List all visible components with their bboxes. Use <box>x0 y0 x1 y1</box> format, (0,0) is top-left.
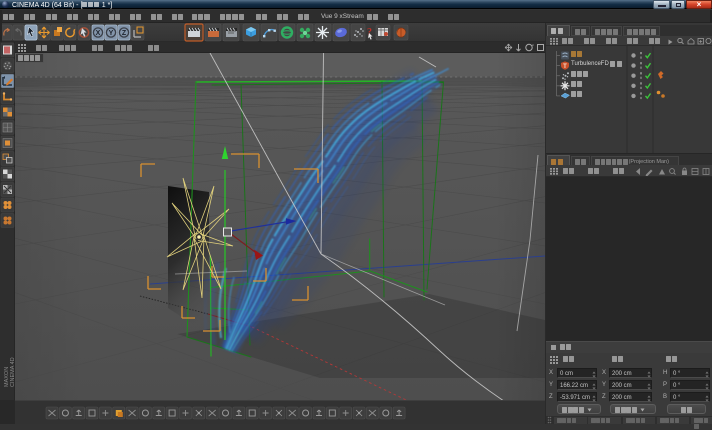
svg-text:Z: Z <box>122 30 127 37</box>
svg-text:Y: Y <box>109 30 114 37</box>
svg-text:T: T <box>563 64 567 70</box>
svg-text:X: X <box>96 30 101 37</box>
